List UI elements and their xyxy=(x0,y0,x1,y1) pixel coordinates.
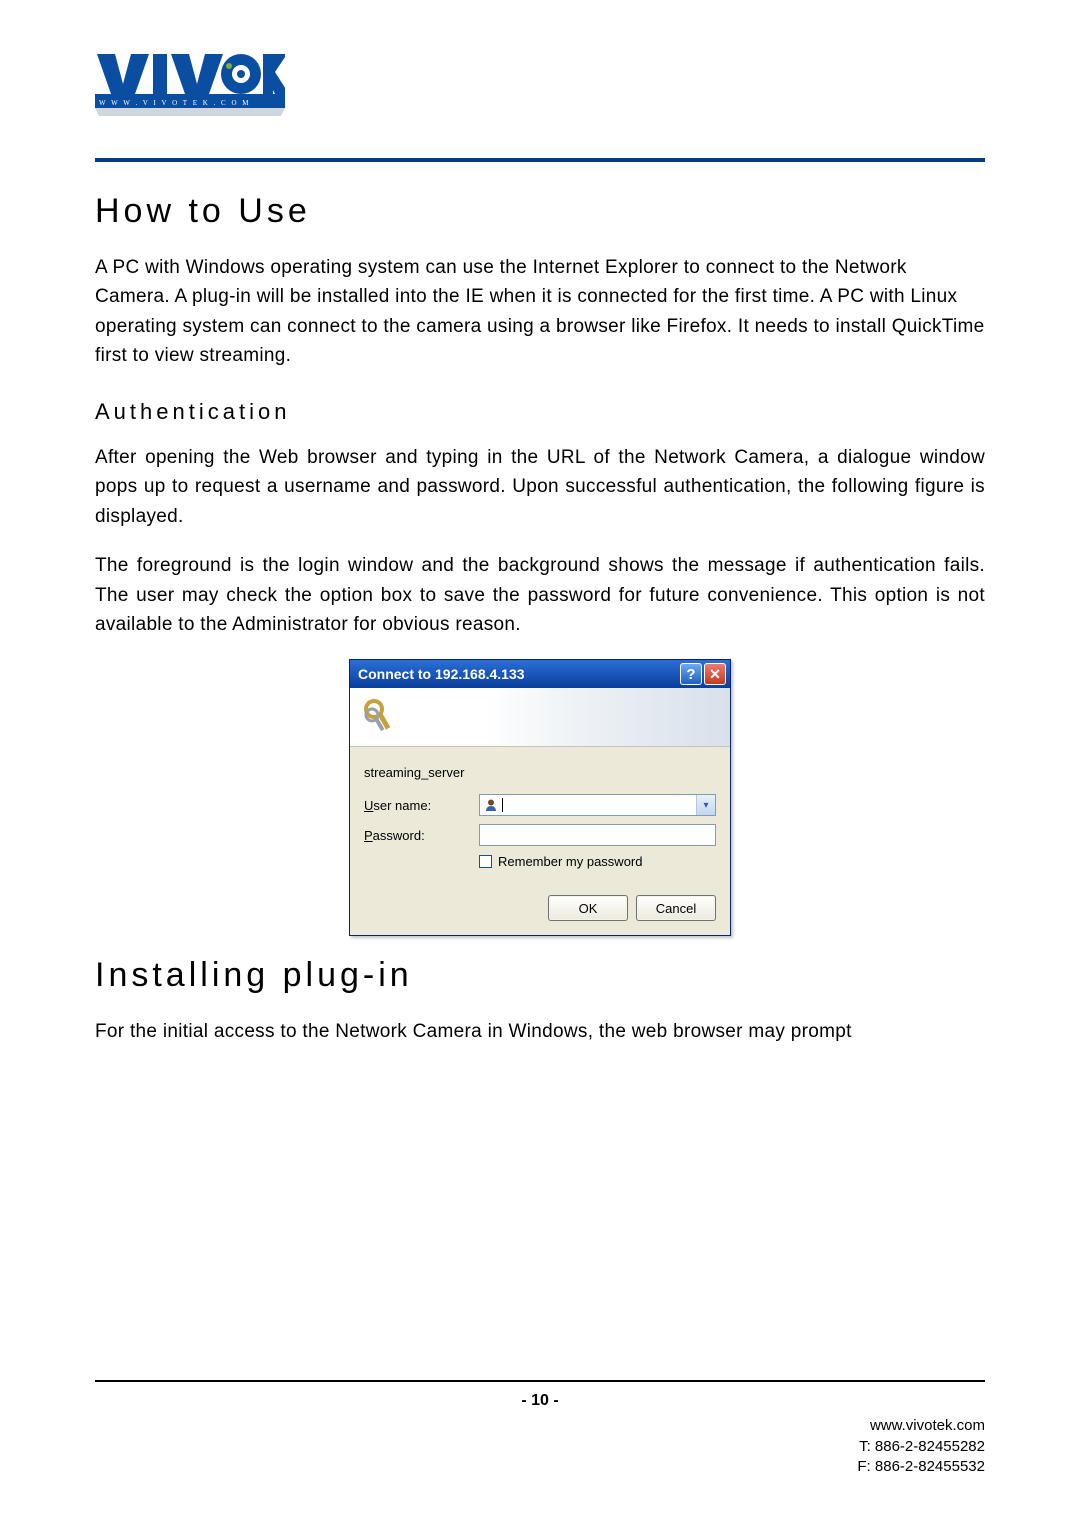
brand-logo: W W W . V I V O T E K . C O M xyxy=(95,50,985,118)
dialog-title: Connect to 192.168.4.133 xyxy=(358,666,678,682)
cancel-button[interactable]: Cancel xyxy=(636,895,716,921)
dialog-button-row: OK Cancel xyxy=(364,895,716,921)
auth-dialog: Connect to 192.168.4.133 ? ✕ streaming_s… xyxy=(349,659,731,936)
dialog-banner xyxy=(350,688,730,747)
header-divider xyxy=(95,158,985,162)
username-label: User name: xyxy=(364,798,479,813)
footer-tel: T: 886-2-82455282 xyxy=(95,1437,985,1457)
footer-contact: www.vivotek.com T: 886-2-82455282 F: 886… xyxy=(95,1416,985,1477)
remember-label: Remember my password xyxy=(498,854,643,869)
password-input[interactable] xyxy=(479,824,716,846)
heading-installing-plugin: Installing plug-in xyxy=(95,956,985,995)
page-number: - 10 - xyxy=(95,1392,985,1410)
ok-button[interactable]: OK xyxy=(548,895,628,921)
heading-authentication: Authentication xyxy=(95,399,985,425)
keys-icon xyxy=(360,697,400,737)
password-label: Password: xyxy=(364,828,479,843)
svg-text:W W W . V I V O T E K . C O M: W W W . V I V O T E K . C O M xyxy=(99,99,250,107)
footer-url: www.vivotek.com xyxy=(95,1416,985,1436)
realm-label: streaming_server xyxy=(364,765,716,780)
paragraph-plugin: For the initial access to the Network Ca… xyxy=(95,1017,985,1046)
username-row: User name: ▾ xyxy=(364,794,716,816)
password-row: Password: xyxy=(364,824,716,846)
dialog-titlebar[interactable]: Connect to 192.168.4.133 ? ✕ xyxy=(350,660,730,688)
remember-checkbox[interactable] xyxy=(479,855,492,868)
paragraph-intro: A PC with Windows operating system can u… xyxy=(95,253,985,371)
page-footer: - 10 - www.vivotek.com T: 886-2-82455282… xyxy=(95,1380,985,1477)
paragraph-auth-1: After opening the Web browser and typing… xyxy=(95,443,985,531)
footer-divider xyxy=(95,1380,985,1382)
paragraph-auth-2: The foreground is the login window and t… xyxy=(95,551,985,639)
close-button[interactable]: ✕ xyxy=(704,663,726,685)
remember-row[interactable]: Remember my password xyxy=(479,854,716,869)
help-button[interactable]: ? xyxy=(680,663,702,685)
document-page: W W W . V I V O T E K . C O M How to Use… xyxy=(0,0,1080,1527)
dialog-body: streaming_server User name: ▾ xyxy=(350,747,730,935)
username-input[interactable]: ▾ xyxy=(479,794,716,816)
dropdown-caret-icon[interactable]: ▾ xyxy=(696,795,715,815)
heading-how-to-use: How to Use xyxy=(95,192,985,231)
footer-fax: F: 886-2-82455532 xyxy=(95,1457,985,1477)
user-icon xyxy=(484,798,498,812)
text-cursor xyxy=(502,798,503,812)
auth-dialog-figure: Connect to 192.168.4.133 ? ✕ streaming_s… xyxy=(95,659,985,936)
